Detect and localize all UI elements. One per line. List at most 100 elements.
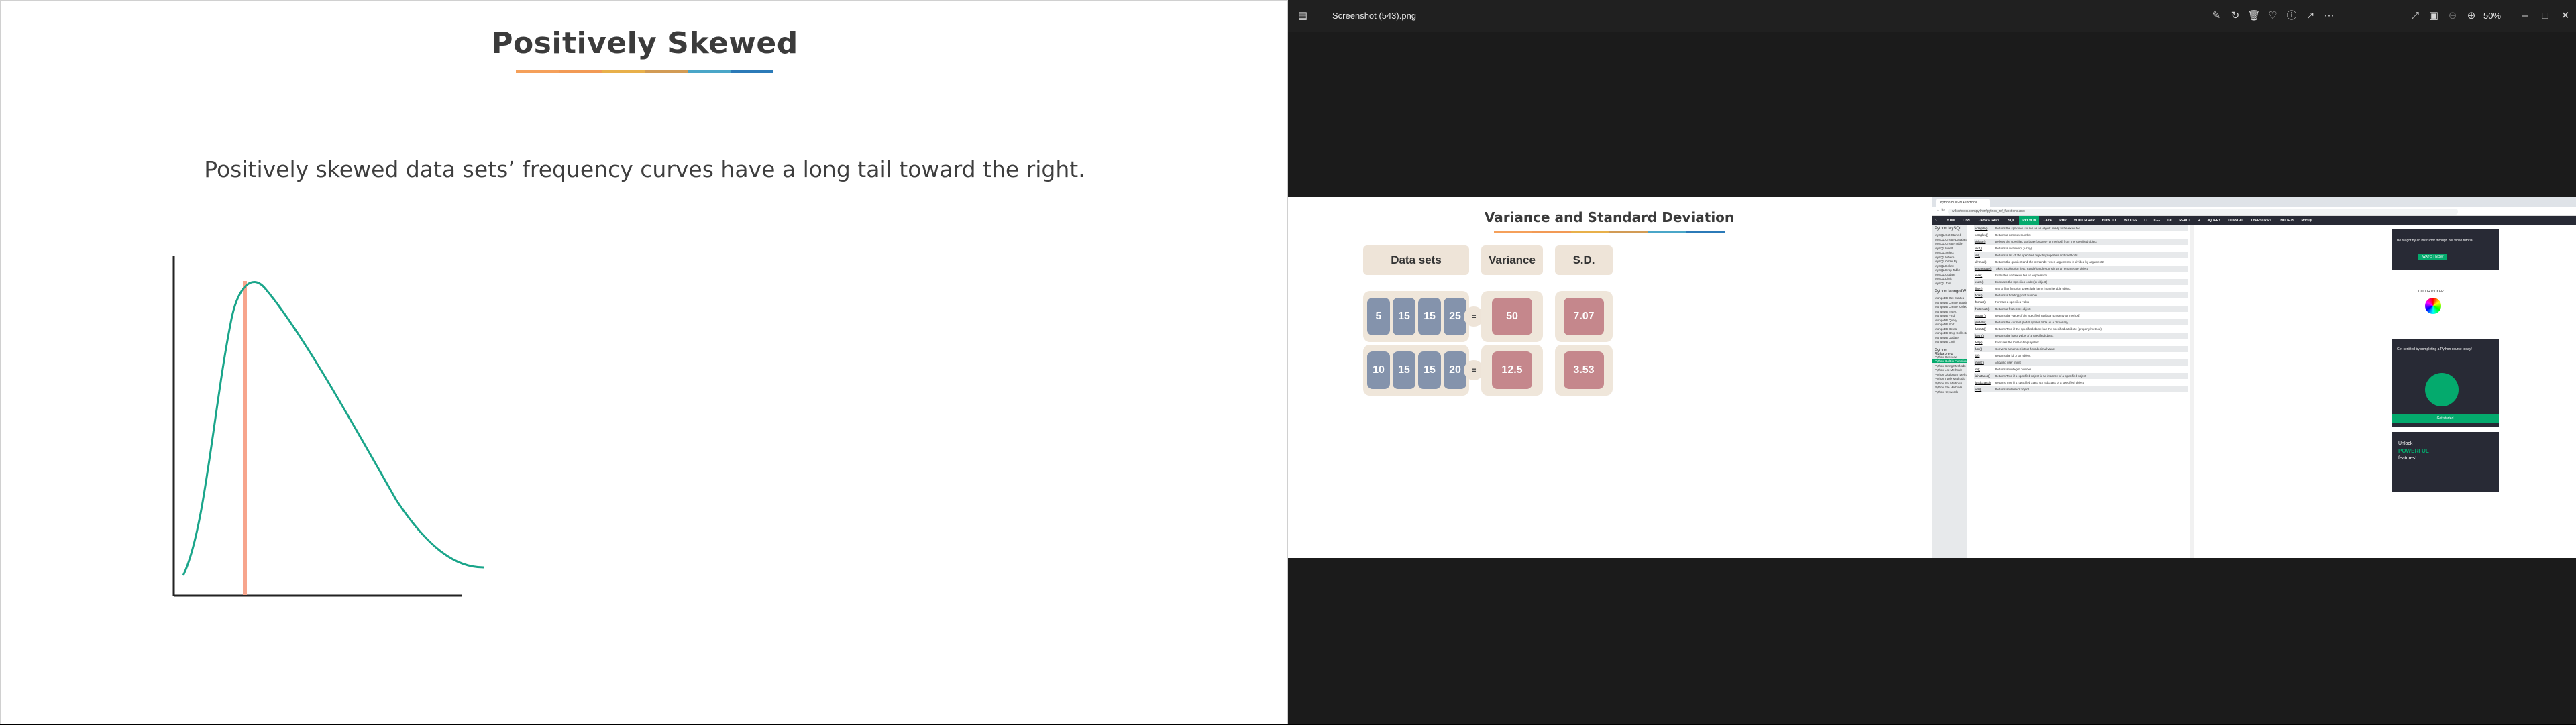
sidebar-item[interactable]: MySQL Limit <box>1935 277 1952 280</box>
sidebar-item[interactable]: MySQL Create Database <box>1935 238 1967 241</box>
function-link[interactable]: frozenset() <box>1975 306 1990 312</box>
minimize-icon[interactable]: – <box>2517 8 2533 24</box>
sidebar-item[interactable]: MongoDB Query <box>1935 319 1957 322</box>
function-link[interactable]: globals() <box>1975 319 1986 325</box>
nav-item-django[interactable]: DJANGO <box>2225 216 2245 225</box>
nav-item-java[interactable]: JAVA <box>2041 216 2055 225</box>
sidebar-item[interactable]: Python Keywords <box>1935 390 1958 394</box>
sidebar-item[interactable]: MySQL Join <box>1935 282 1951 285</box>
nav-item-how-to[interactable]: HOW TO <box>2099 216 2119 225</box>
function-link[interactable]: compile() <box>1975 225 1988 231</box>
function-link[interactable]: exec() <box>1975 279 1984 285</box>
nav-item-sql[interactable]: SQL <box>2005 216 2018 225</box>
nav-item-c-[interactable]: C++ <box>2151 216 2163 225</box>
video-promo-card[interactable]: Be taught by an instructor through our v… <box>2392 229 2499 270</box>
sidebar-item[interactable]: Python File Methods <box>1935 386 1962 389</box>
sidebar-item[interactable]: MongoDB Drop Collection <box>1935 331 1967 335</box>
nav-item-bootstrap[interactable]: BOOTSTRAP <box>2071 216 2098 225</box>
function-link[interactable]: int() <box>1975 366 1980 372</box>
fullscreen-icon[interactable]: ⤢ <box>2407 8 2423 24</box>
nav-item-jquery[interactable]: JQUERY <box>2204 216 2224 225</box>
close-icon[interactable]: ✕ <box>2557 8 2573 24</box>
sidebar-item[interactable]: MySQL Get Started <box>1935 233 1961 237</box>
sidebar-item[interactable]: Python Dictionary Methods <box>1935 373 1967 376</box>
sidebar-item[interactable]: MongoDB Get Started <box>1935 296 1964 300</box>
zoom-in-icon[interactable]: ⊕ <box>2463 8 2479 24</box>
sidebar-item[interactable]: Python Set Methods <box>1935 382 1962 385</box>
function-link[interactable]: filter() <box>1975 286 1983 292</box>
sidebar-item[interactable]: Python List Methods <box>1935 368 1962 372</box>
sidebar-item[interactable]: MySQL Delete <box>1935 264 1954 268</box>
function-link[interactable]: complex() <box>1975 232 1988 238</box>
slideshow-icon[interactable]: ▣ <box>2426 8 2442 24</box>
function-link[interactable]: hash() <box>1975 333 1984 339</box>
sidebar-item[interactable]: Python Built-in Functions <box>1932 359 1967 363</box>
function-link[interactable]: isinstance() <box>1975 373 1990 379</box>
function-link[interactable]: enumerate() <box>1975 266 1992 272</box>
nav-item-w3-css[interactable]: W3.CSS <box>2121 216 2141 225</box>
sidebar-item[interactable]: Python Tuple Methods <box>1935 377 1965 380</box>
nav-item-css[interactable]: CSS <box>1960 216 1973 225</box>
function-link[interactable]: float() <box>1975 292 1983 298</box>
get-started-button[interactable]: Get started <box>2392 414 2499 423</box>
sidebar-item[interactable]: MongoDB Create Database <box>1935 301 1967 304</box>
function-link[interactable]: iter() <box>1975 386 1981 392</box>
image-edit-icon[interactable]: ✎ <box>2208 8 2224 24</box>
sidebar-item[interactable]: MongoDB Limit <box>1935 340 1955 343</box>
favorite-icon[interactable]: ♡ <box>2265 8 2281 24</box>
maximize-icon[interactable]: □ <box>2537 8 2553 24</box>
sidebar-item[interactable]: Python String Methods <box>1935 364 1966 368</box>
rotate-icon[interactable]: ↻ <box>2227 8 2243 24</box>
sidebar-item[interactable]: MySQL Create Table <box>1935 242 1963 245</box>
watch-now-button[interactable]: WATCH NOW <box>2418 254 2448 260</box>
unlock-features-ad[interactable]: Unlock POWERFUL features! <box>2392 432 2499 492</box>
sidebar-item[interactable]: MySQL Drop Table <box>1935 268 1960 272</box>
certification-ad[interactable]: Get certified by completing a Python cou… <box>2392 339 2499 427</box>
share-icon[interactable]: ↗ <box>2302 8 2318 24</box>
sidebar-item[interactable]: MySQL Order By <box>1935 260 1957 263</box>
nav-item-mysql[interactable]: MYSQL <box>2298 216 2316 225</box>
sidebar-item[interactable]: Python Overview <box>1935 355 1957 359</box>
function-link[interactable]: dir() <box>1975 252 1980 258</box>
info-icon[interactable]: ⓘ <box>2284 8 2300 24</box>
function-link[interactable]: hex() <box>1975 346 1982 352</box>
function-link[interactable]: input() <box>1975 359 1984 366</box>
function-link[interactable]: hasattr() <box>1975 326 1986 332</box>
sidebar-item[interactable]: MySQL Where <box>1935 256 1954 259</box>
function-link[interactable]: getattr() <box>1975 313 1986 319</box>
sidebar-item[interactable]: MongoDB Delete <box>1935 327 1957 331</box>
sidebar-item[interactable]: MongoDB Find <box>1935 314 1955 317</box>
sidebar-item[interactable]: MongoDB Update <box>1935 336 1959 339</box>
more-icon[interactable]: ⋯ <box>2321 8 2337 24</box>
nav-item-python[interactable]: PYTHON <box>2019 216 2039 225</box>
nav-item-typescript[interactable]: TYPESCRIPT <box>2247 216 2276 225</box>
nav-item-javascript[interactable]: JAVASCRIPT <box>1974 216 2004 225</box>
zoom-level[interactable]: 50% <box>2483 11 2501 21</box>
nav-item-c-[interactable]: C# <box>2165 216 2175 225</box>
function-link[interactable]: eval() <box>1975 272 1982 278</box>
function-link[interactable]: dict() <box>1975 245 1982 252</box>
back-icon[interactable]: ← <box>1936 208 1940 212</box>
color-wheel-icon[interactable] <box>2425 298 2441 314</box>
home-icon[interactable]: ⌂ <box>1935 216 1941 225</box>
function-link[interactable]: divmod() <box>1975 259 1987 265</box>
url-field[interactable]: w3schools.com/python/python_ref_function… <box>1948 209 2458 215</box>
sidebar-item[interactable]: MySQL Select <box>1935 251 1954 254</box>
function-link[interactable]: issubclass() <box>1975 380 1991 386</box>
reload-icon[interactable]: ↻ <box>1941 208 1945 213</box>
sidebar-item[interactable]: MongoDB Create Collection <box>1935 305 1967 309</box>
sidebar-item[interactable]: MySQL Insert <box>1935 247 1953 250</box>
sidebar-item[interactable]: MongoDB Insert <box>1935 310 1957 313</box>
function-link[interactable]: delattr() <box>1975 239 1986 245</box>
sidebar-item[interactable]: MongoDB Sort <box>1935 323 1955 326</box>
nav-item-nodejs[interactable]: NODEJS <box>2277 216 2298 225</box>
nav-item-c[interactable]: C <box>2141 216 2149 225</box>
function-link[interactable]: id() <box>1975 353 1980 359</box>
sidebar-item[interactable]: MySQL Update <box>1935 273 1955 276</box>
function-link[interactable]: help() <box>1975 339 1983 345</box>
scrollbar[interactable] <box>2190 225 2194 558</box>
browser-tab[interactable]: Python Built-in Functions <box>1936 199 1990 207</box>
nav-item-react[interactable]: REACT <box>2176 216 2194 225</box>
nav-item-php[interactable]: PHP <box>2057 216 2070 225</box>
zoom-out-icon[interactable]: ⊖ <box>2445 8 2461 24</box>
